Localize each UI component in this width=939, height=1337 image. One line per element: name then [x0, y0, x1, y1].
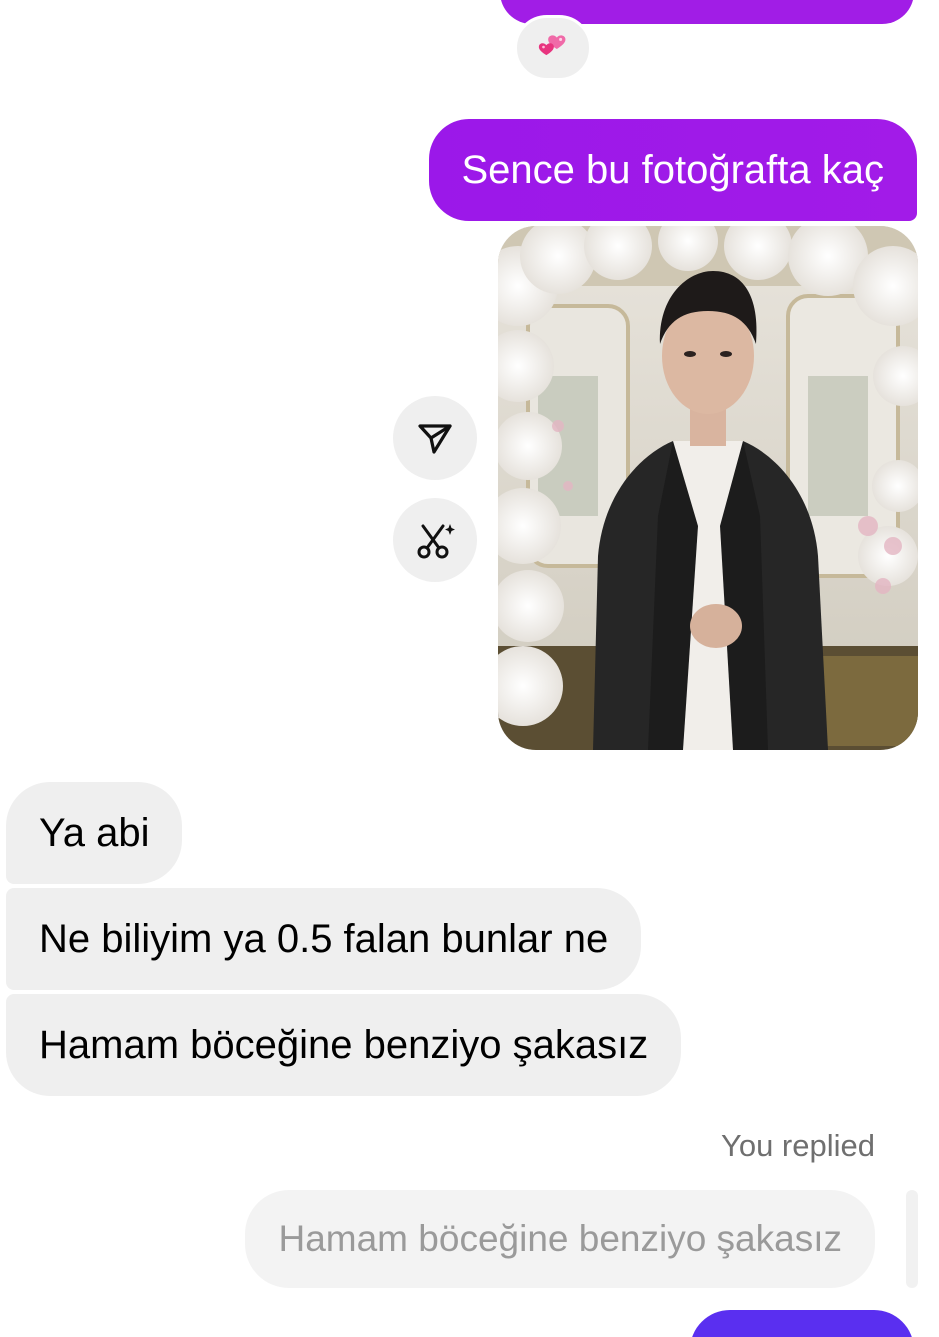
next-outgoing-bubble[interactable] [690, 1310, 914, 1337]
outgoing-message[interactable]: Sence bu fotoğrafta kaç [428, 119, 917, 221]
reply-quote-text: Hamam böceğine benziyo şakasız [278, 1218, 842, 1259]
reply-indicator-bar [906, 1190, 918, 1288]
incoming-message-text: Hamam böceğine benziyo şakasız [39, 1022, 649, 1067]
chat-screen: Sence bu fotoğrafta kaç Ya abi Ne biliyi… [0, 0, 939, 1337]
share-button[interactable] [393, 396, 477, 480]
send-icon [418, 424, 452, 454]
reaction-pill[interactable] [514, 15, 592, 81]
incoming-message-text: Ne biliyim ya 0.5 falan bunlar ne [39, 916, 609, 961]
you-replied-label: You replied [721, 1128, 875, 1163]
shared-photo[interactable] [498, 226, 918, 750]
incoming-message[interactable]: Ne biliyim ya 0.5 falan bunlar ne [6, 888, 642, 990]
scissors-sparkle-icon [417, 524, 455, 559]
portrait-photo-image [498, 226, 918, 750]
incoming-message[interactable]: Ya abi [6, 782, 183, 884]
two-hearts-icon [538, 35, 566, 56]
reply-quote-preview[interactable]: Hamam böceğine benziyo şakasız [245, 1190, 875, 1288]
ai-edit-button[interactable] [393, 498, 477, 582]
outgoing-message-text: Sence bu fotoğrafta kaç [461, 147, 885, 192]
incoming-message[interactable]: Hamam böceğine benziyo şakasız [6, 994, 682, 1096]
incoming-message-text: Ya abi [39, 810, 150, 855]
